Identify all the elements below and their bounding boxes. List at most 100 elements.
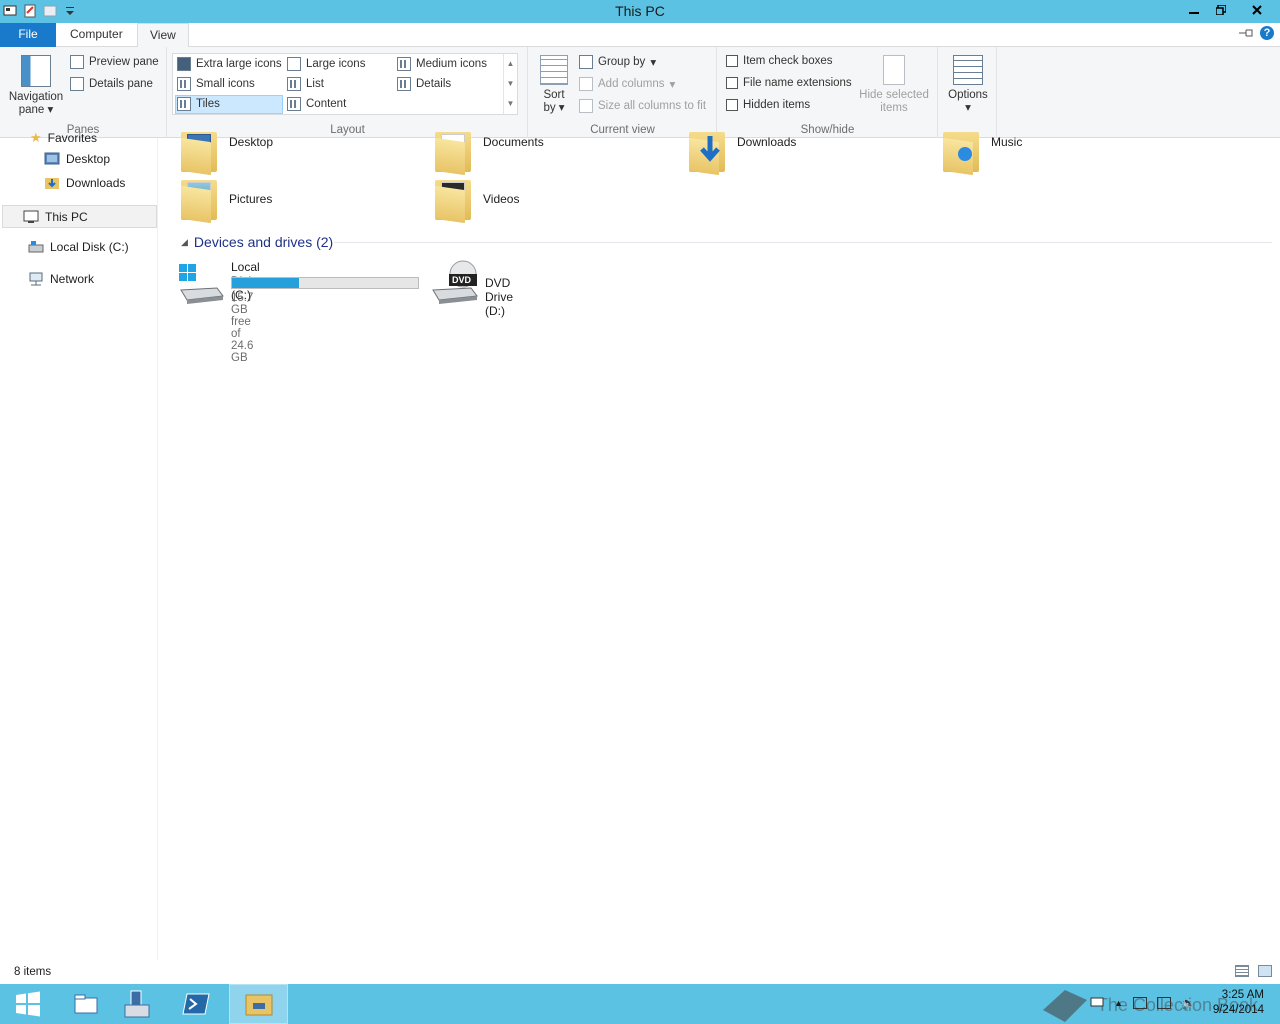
clock-time: 3:25 AM	[1221, 989, 1264, 1001]
nav-desktop[interactable]: Desktop	[44, 152, 110, 166]
pin-ribbon-icon[interactable]	[1238, 28, 1254, 38]
layout-list[interactable]: List	[287, 77, 324, 91]
downloads-folder-icon	[687, 128, 727, 176]
layout-content[interactable]: Content	[287, 97, 346, 111]
scroll-up-icon[interactable]: ▲	[504, 54, 517, 74]
layout-large-icons[interactable]: Large icons	[287, 57, 365, 71]
taskbar-clock[interactable]: 3:25 AM 9/24/2014	[1213, 988, 1264, 1018]
book-logo-icon	[1042, 990, 1087, 1022]
layout-details[interactable]: Details	[397, 77, 451, 91]
minimize-icon	[1188, 12, 1199, 14]
options-button[interactable]: Options ▾	[943, 55, 993, 115]
desktop-folder-icon	[179, 128, 219, 176]
navigation-pane-button[interactable]: Navigation pane ▾	[4, 55, 68, 117]
list-icon	[287, 77, 301, 91]
local-disk-free-space: 15.7 GB free of 24.6 GB	[231, 292, 254, 364]
item-check-boxes[interactable]: Item check boxes	[726, 55, 832, 67]
tray-app-icon[interactable]	[1133, 997, 1148, 1009]
tiles-icon	[177, 97, 191, 111]
folder-videos[interactable]: Videos	[433, 176, 520, 224]
devices-header-label: Devices and drives (2)	[193, 234, 334, 250]
scroll-down-icon[interactable]: ▼	[504, 74, 517, 94]
hide-selected-items-button[interactable]: Hide selected items	[856, 55, 932, 115]
taskbar-explorer-pinned[interactable]	[58, 984, 114, 1024]
sort-by-button[interactable]: Sort by ▾	[537, 55, 571, 115]
file-name-extensions-checkbox[interactable]	[726, 77, 738, 89]
file-explorer-active-icon	[245, 994, 272, 1016]
file-name-extensions[interactable]: File name extensions	[726, 77, 852, 89]
preview-pane-label: Preview pane	[89, 56, 159, 68]
panes-group: Navigation pane ▾ Preview pane Details p…	[0, 47, 167, 138]
details-pane-label: Details pane	[89, 78, 153, 90]
layout-gallery-scroll[interactable]: ▲ ▼ ▼	[503, 54, 517, 114]
large-icons-view-icon[interactable]	[1258, 965, 1272, 977]
tab-view[interactable]: View	[137, 23, 189, 48]
powershell-icon	[182, 993, 210, 1015]
nav-local-disk[interactable]: Local Disk (C:)	[28, 240, 129, 254]
folder-desktop[interactable]: Desktop	[179, 128, 273, 176]
help-icon[interactable]: ?	[1260, 26, 1274, 40]
options-group: Options ▾	[939, 47, 997, 138]
preview-pane-icon	[70, 55, 84, 69]
show-hidden-icons-icon[interactable]: ▲	[1114, 998, 1123, 1008]
item-check-boxes-label: Item check boxes	[743, 55, 833, 67]
devices-group-header[interactable]: ◢ Devices and drives (2)	[181, 234, 333, 250]
start-button[interactable]	[0, 984, 56, 1024]
group-by-icon	[579, 55, 593, 69]
folder-label: Videos	[483, 192, 520, 206]
preview-pane-button[interactable]: Preview pane	[70, 55, 159, 69]
folder-label: Music	[991, 135, 1023, 149]
local-disk-drive-icon	[177, 262, 225, 306]
nav-this-pc[interactable]: This PC	[2, 205, 157, 228]
gallery-more-icon[interactable]: ▼	[504, 94, 517, 114]
taskbar-powershell[interactable]	[168, 984, 224, 1024]
folder-downloads[interactable]: Downloads	[687, 128, 797, 176]
dvd-badge: DVD	[452, 275, 472, 285]
item-check-boxes-checkbox[interactable]	[726, 55, 738, 67]
group-by-button[interactable]: Group by ▾	[579, 55, 656, 69]
title-bar: This PC	[0, 0, 1280, 23]
close-button[interactable]	[1234, 0, 1280, 20]
network-tray-icon[interactable]	[1157, 997, 1172, 1009]
tab-file[interactable]: File	[0, 23, 56, 47]
nav-this-pc-label: This PC	[45, 209, 88, 224]
folder-pictures[interactable]: Pictures	[179, 176, 272, 224]
tiles-label: Tiles	[196, 98, 220, 110]
ribbon-tabs: File Computer View ?	[0, 23, 1280, 48]
layout-medium-icons[interactable]: Medium icons	[397, 57, 487, 71]
details-view-icon[interactable]	[1235, 965, 1249, 977]
taskbar-file-explorer-active[interactable]	[229, 984, 288, 1024]
content-area: Desktop Documents Downloads Music Pictur…	[159, 132, 1280, 960]
hidden-items[interactable]: Hidden items	[726, 99, 810, 111]
navigation-pane-label: Navigation	[8, 91, 64, 103]
folder-documents[interactable]: Documents	[433, 128, 544, 176]
layout-extra-large-icons[interactable]: Extra large icons	[177, 57, 282, 71]
layout-small-icons[interactable]: Small icons	[177, 77, 255, 91]
add-columns-button[interactable]: Add columns ▾	[579, 77, 675, 91]
collapse-triangle-icon[interactable]: ◢	[181, 237, 188, 248]
navigation-pane-icon	[21, 55, 51, 87]
minimize-button[interactable]	[1180, 0, 1207, 20]
local-disk-usage-fill	[232, 278, 299, 288]
group-divider	[334, 242, 1272, 243]
list-label: List	[306, 78, 324, 90]
size-all-columns-button[interactable]: Size all columns to fit	[579, 99, 706, 113]
nav-network[interactable]: Network	[28, 272, 94, 286]
navigation-pane-label2: pane	[18, 104, 45, 116]
folder-music[interactable]: Music	[941, 128, 1023, 176]
folder-label: Downloads	[737, 135, 797, 149]
details-label: Details	[416, 78, 452, 90]
layout-gallery: Extra large icons Large icons Medium ico…	[172, 53, 518, 115]
tab-computer[interactable]: Computer	[58, 23, 135, 47]
action-center-icon[interactable]	[1090, 997, 1104, 1009]
nav-network-label: Network	[50, 272, 95, 286]
layout-tiles[interactable]: Tiles	[177, 97, 220, 111]
restore-button[interactable]	[1207, 0, 1234, 20]
taskbar-server-manager[interactable]	[108, 984, 164, 1024]
hidden-items-checkbox[interactable]	[726, 99, 738, 111]
nav-downloads[interactable]: Downloads	[44, 176, 125, 190]
volume-icon[interactable]: 🔈	[1181, 996, 1196, 1010]
ribbon-right-controls: ?	[1238, 26, 1274, 40]
details-pane-button[interactable]: Details pane	[70, 77, 153, 91]
nav-favorites[interactable]: ★ Favorites	[30, 131, 97, 145]
